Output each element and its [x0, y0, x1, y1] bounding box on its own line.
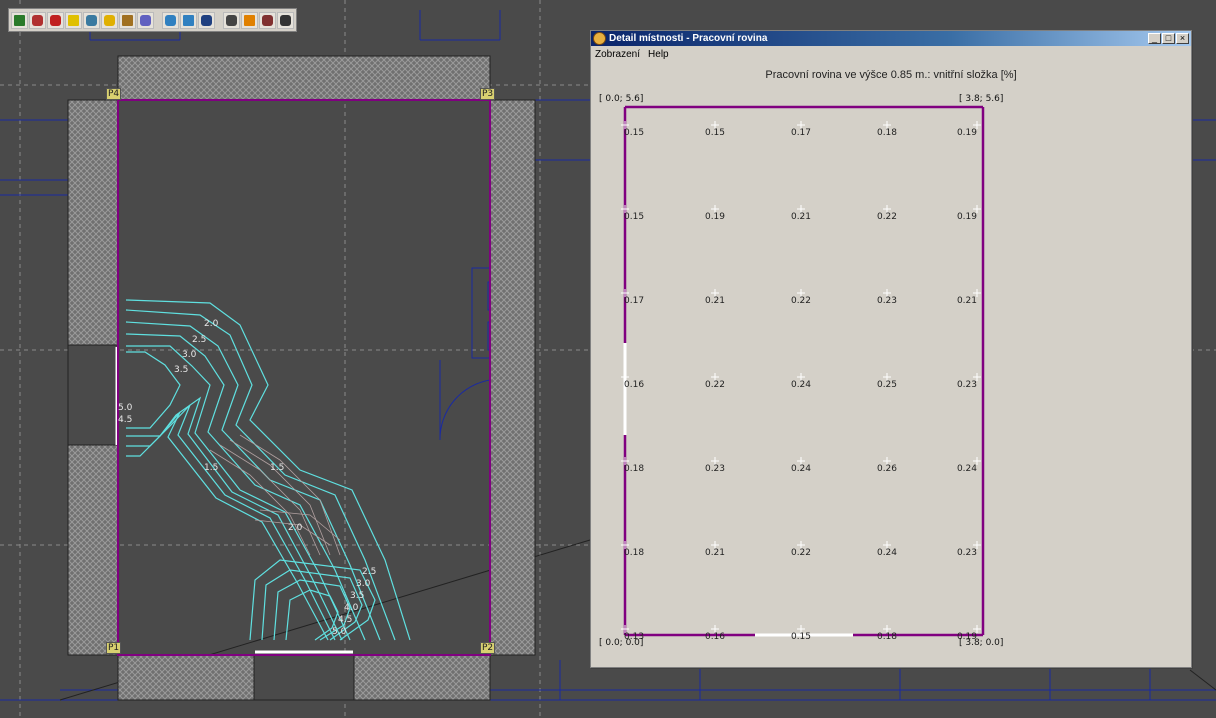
- corner-bottom-right: [ 3.8; 0.0]: [959, 638, 1004, 648]
- roof-button[interactable]: [137, 11, 154, 29]
- svg-text:3.0: 3.0: [356, 579, 371, 589]
- corner-top-left: [ 0.0; 5.6]: [599, 94, 644, 104]
- grid-value: 0.21: [957, 296, 977, 306]
- work-plane-plot[interactable]: 0.15 0.15 0.17 0.18 0.19 0.15 0.19 0.21 0.22 0.19…: [591, 31, 1191, 667]
- report-icon: [262, 14, 273, 26]
- grid-value: 0.21: [705, 548, 725, 558]
- contour-lines: [125, 299, 411, 641]
- grid-value: 0.21: [791, 212, 811, 222]
- svg-text:4.5: 4.5: [118, 415, 132, 425]
- grid-value: 0.25: [877, 380, 897, 390]
- svg-text:3.0: 3.0: [182, 350, 197, 360]
- view-3d-icon: [14, 14, 25, 26]
- view-3d-button[interactable]: [11, 11, 28, 29]
- grid-value: 0.24: [877, 548, 897, 558]
- corner-label-p3: P3: [480, 88, 496, 100]
- grid-value: 0.17: [791, 128, 811, 138]
- grid-value: 0.18: [877, 128, 897, 138]
- window-icon: [86, 14, 97, 26]
- grid-value: 0.15: [624, 212, 644, 222]
- light-icon: [104, 14, 115, 26]
- svg-text:3.5: 3.5: [350, 591, 364, 601]
- house-button[interactable]: [119, 11, 136, 29]
- house-icon: [122, 14, 133, 26]
- grid-value: 0.18: [877, 632, 897, 642]
- report-button[interactable]: [259, 11, 276, 29]
- svg-text:2.0: 2.0: [204, 319, 219, 329]
- grid-value: 0.19: [705, 212, 725, 222]
- grid-icon: [165, 14, 176, 26]
- grid-value: 0.24: [957, 464, 977, 474]
- room-icon: [32, 14, 43, 26]
- grid-value: 0.22: [791, 296, 811, 306]
- sun-button[interactable]: [241, 11, 258, 29]
- svg-text:2.5: 2.5: [192, 335, 206, 345]
- grid-value: 0.16: [624, 380, 644, 390]
- detail-dialog: Detail místnosti - Pracovní rovina _ □ ×…: [590, 30, 1192, 668]
- grid-value: 0.17: [624, 296, 644, 306]
- grid-value: 0.16: [705, 632, 725, 642]
- svg-text:1.5: 1.5: [204, 463, 218, 473]
- roof-icon: [140, 14, 151, 26]
- grid-value: 0.15: [705, 128, 725, 138]
- light-button[interactable]: [101, 11, 118, 29]
- grid-markers: 0.15 0.15 0.17 0.18 0.19 0.15 0.19 0.21 0.22 0.19…: [621, 121, 981, 642]
- grid-value: 0.18: [624, 464, 644, 474]
- corner-label-p1: P1: [106, 642, 122, 654]
- line-button[interactable]: [223, 11, 240, 29]
- grid-value: 0.22: [791, 548, 811, 558]
- grid-value: 0.18: [624, 548, 644, 558]
- toolbar-separator: [155, 12, 161, 28]
- cad-walls: [67, 55, 536, 701]
- line-icon: [226, 14, 237, 26]
- grid-value: 0.19: [957, 128, 977, 138]
- cad-diagonal-line-2: [1189, 669, 1216, 691]
- grid-value: 0.24: [791, 380, 811, 390]
- grid-value: 0.23: [877, 296, 897, 306]
- grid-value: 0.23: [957, 548, 977, 558]
- contour-thin-lines: [209, 434, 341, 556]
- toolbar-separator: [216, 12, 222, 28]
- door-button[interactable]: [65, 11, 82, 29]
- grid-value: 0.24: [791, 464, 811, 474]
- calc-icon: [201, 14, 212, 26]
- svg-text:1.5: 1.5: [270, 463, 284, 473]
- corner-label-p4: P4: [106, 88, 122, 100]
- wall-icon: [50, 14, 61, 26]
- calc-button[interactable]: [198, 11, 215, 29]
- svg-text:2.0: 2.0: [288, 523, 303, 533]
- grid-value: 0.15: [624, 128, 644, 138]
- grid-value: 0.23: [705, 464, 725, 474]
- grid-value: 0.19: [957, 212, 977, 222]
- corner-top-right: [ 3.8; 5.6]: [959, 94, 1004, 104]
- pen-icon: [280, 14, 291, 26]
- grid-value: 0.23: [957, 380, 977, 390]
- svg-text:5.0: 5.0: [118, 403, 133, 413]
- corner-label-p2: P2: [480, 642, 496, 654]
- contour-label-group: 2.0 2.5 3.0 3.5 1.5 1.5 2.0 2.5 3.0 3.5 …: [118, 319, 376, 637]
- wall-button[interactable]: [47, 11, 64, 29]
- grid-value: 0.15: [791, 632, 811, 642]
- door-icon: [68, 14, 79, 26]
- room-button[interactable]: [29, 11, 46, 29]
- window-button[interactable]: [83, 11, 100, 29]
- grid-value: 0.22: [877, 212, 897, 222]
- svg-text:4.0: 4.0: [344, 603, 359, 613]
- sun-icon: [244, 14, 255, 26]
- pen-button[interactable]: [277, 11, 294, 29]
- svg-text:3.5: 3.5: [174, 365, 188, 375]
- svg-text:4.5: 4.5: [338, 615, 352, 625]
- main-toolbar: [8, 8, 297, 32]
- corner-bottom-left: [ 0.0; 0.0]: [599, 638, 644, 648]
- grid-value: 0.22: [705, 380, 725, 390]
- svg-text:2.5: 2.5: [362, 567, 376, 577]
- measure-button[interactable]: [180, 11, 197, 29]
- svg-text:5.0: 5.0: [332, 627, 347, 637]
- grid-button[interactable]: [162, 11, 179, 29]
- grid-value: 0.21: [705, 296, 725, 306]
- measure-icon: [183, 14, 194, 26]
- grid-value: 0.26: [877, 464, 897, 474]
